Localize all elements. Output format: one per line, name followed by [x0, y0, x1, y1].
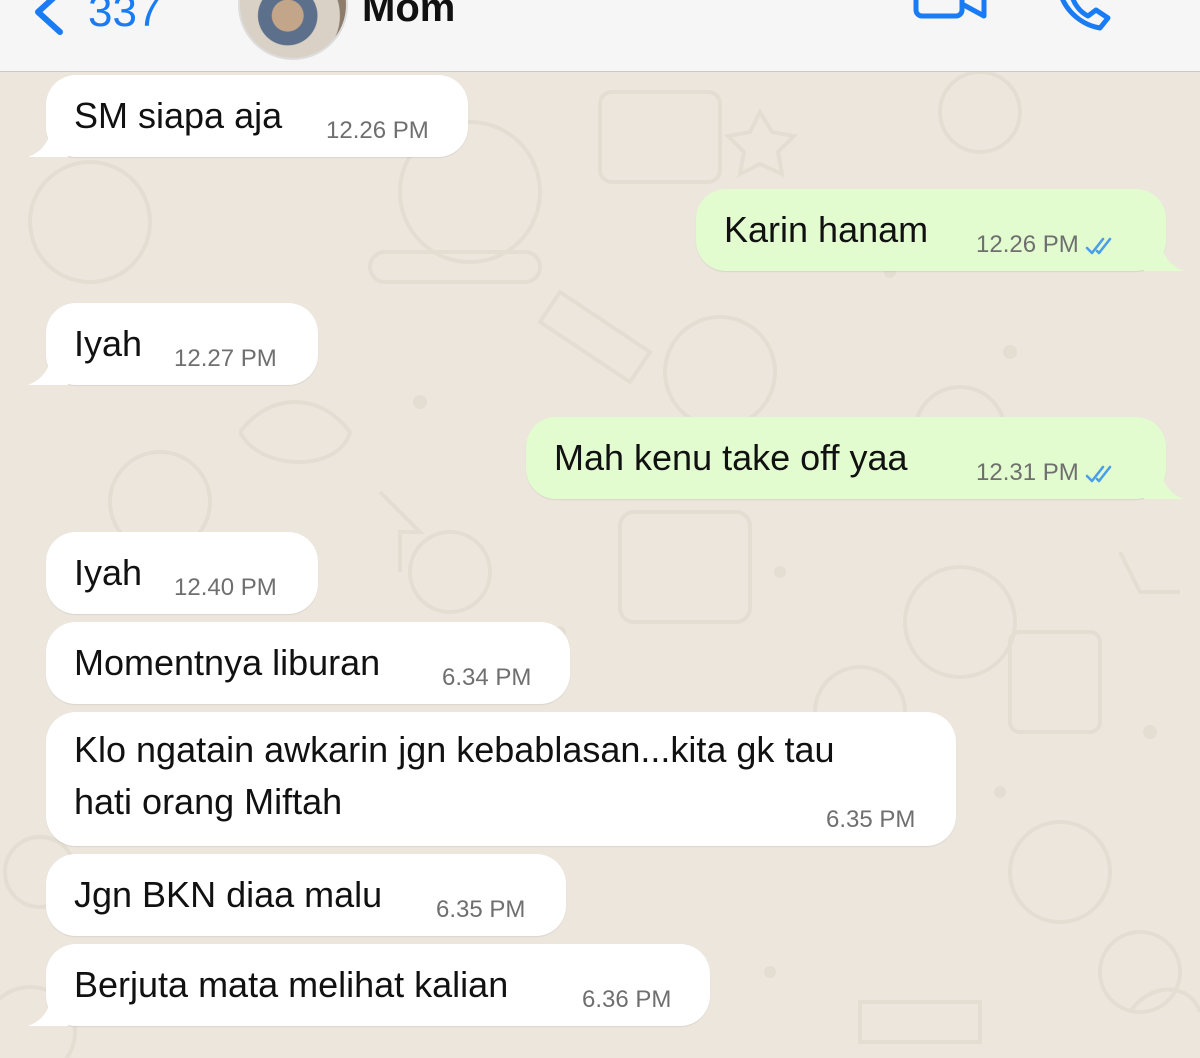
message-incoming[interactable]: Momentnya liburan 6.34 PM — [46, 622, 570, 704]
chat-area[interactable]: SM siapa aja 12.26 PM Karin hanam 12.26 … — [0, 72, 1200, 1058]
unread-count: 337 — [88, 0, 162, 36]
message-time: 12.31 PM — [976, 459, 1079, 486]
message-text: Iyah — [74, 323, 143, 364]
video-camera-icon[interactable] — [912, 0, 992, 40]
double-check-icon — [1085, 465, 1112, 482]
message-line: Klo ngatain awkarin jgn kebablasan...kit… — [74, 729, 835, 770]
message-incoming[interactable]: SM siapa aja 12.26 PM — [28, 75, 468, 157]
double-check-icon — [1085, 237, 1112, 254]
message-outgoing[interactable]: Mah kenu take off yaa 12.31 PM — [526, 417, 1184, 499]
message-incoming[interactable]: Iyah 12.27 PM — [28, 303, 318, 385]
message-status: 12.31 PM — [976, 459, 1119, 487]
chevron-left-icon — [35, 0, 63, 35]
message-text: Mah kenu take off yaa — [554, 437, 908, 478]
message-text: Klo ngatain awkarin jgn kebablasan...kit… — [74, 724, 834, 828]
phone-icon[interactable] — [1050, 0, 1130, 40]
message-time: 12.27 PM — [174, 345, 277, 372]
message-text: Berjuta mata melihat kalian — [74, 964, 509, 1005]
message-time: 6.35 PM — [436, 896, 526, 923]
bubble-tail — [1144, 467, 1184, 499]
message-incoming[interactable]: Berjuta mata melihat kalian 6.36 PM — [28, 944, 710, 1026]
message-time: 12.40 PM — [174, 574, 277, 601]
message-time: 12.26 PM — [976, 231, 1079, 258]
message-incoming[interactable]: Klo ngatain awkarin jgn kebablasan...kit… — [46, 712, 956, 846]
message-time: 12.26 PM — [326, 117, 429, 144]
message-incoming[interactable]: Jgn BKN diaa malu 6.35 PM — [46, 854, 566, 936]
message-time: 6.35 PM — [826, 806, 916, 833]
back-button[interactable]: 337 — [30, 0, 161, 38]
message-text: Karin hanam — [724, 209, 929, 250]
chat-header: 337 Mom — [0, 0, 1200, 72]
bubble-tail — [28, 353, 68, 385]
message-time: 6.34 PM — [442, 664, 532, 691]
message-line: hati orang Miftah — [74, 781, 343, 822]
bubble-tail — [28, 994, 68, 1026]
message-text: Iyah — [74, 552, 143, 593]
avatar[interactable] — [238, 0, 348, 60]
bubble-tail — [28, 125, 68, 157]
message-status: 12.26 PM — [976, 231, 1119, 259]
message-incoming[interactable]: Iyah 12.40 PM — [46, 532, 318, 614]
bubble-tail — [1144, 239, 1184, 271]
message-text: Momentnya liburan — [74, 642, 381, 683]
contact-name[interactable]: Mom — [362, 0, 455, 31]
message-outgoing[interactable]: Karin hanam 12.26 PM — [696, 189, 1184, 271]
message-text: Jgn BKN diaa malu — [74, 874, 383, 915]
message-text: SM siapa aja — [74, 95, 283, 136]
message-time: 6.36 PM — [582, 986, 672, 1013]
